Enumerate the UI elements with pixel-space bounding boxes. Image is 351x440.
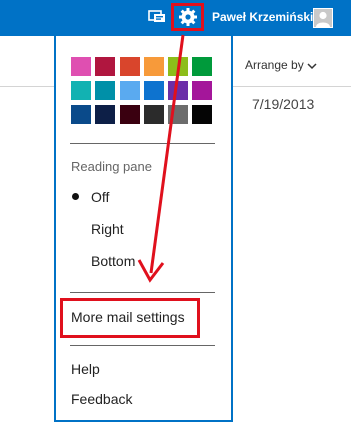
theme-swatch[interactable] bbox=[120, 57, 140, 76]
message-date: 7/19/2013 bbox=[252, 96, 315, 112]
menu-divider bbox=[70, 143, 215, 144]
avatar[interactable] bbox=[313, 8, 333, 28]
help-link[interactable]: Help bbox=[71, 361, 100, 377]
arrange-by-menu[interactable]: Arrange by bbox=[245, 58, 304, 72]
theme-swatch[interactable] bbox=[144, 81, 164, 100]
feedback-link[interactable]: Feedback bbox=[71, 391, 132, 407]
selected-bullet-icon bbox=[72, 193, 79, 200]
theme-swatch[interactable] bbox=[144, 105, 164, 124]
gear-icon bbox=[178, 8, 197, 26]
person-icon bbox=[316, 11, 330, 27]
left-pane-header bbox=[0, 36, 54, 87]
settings-gear-button[interactable] bbox=[171, 3, 204, 31]
reading-pane-off[interactable]: Off bbox=[91, 189, 109, 205]
reading-pane-bottom[interactable]: Bottom bbox=[91, 253, 135, 269]
theme-swatch[interactable] bbox=[95, 57, 115, 76]
theme-swatch[interactable] bbox=[168, 105, 188, 124]
reading-pane-right[interactable]: Right bbox=[91, 221, 124, 237]
theme-swatch[interactable] bbox=[192, 81, 212, 100]
theme-swatch[interactable] bbox=[144, 57, 164, 76]
theme-swatch[interactable] bbox=[192, 57, 212, 76]
theme-swatch[interactable] bbox=[95, 81, 115, 100]
theme-swatch[interactable] bbox=[71, 57, 91, 76]
menu-divider bbox=[70, 345, 215, 346]
theme-swatch[interactable] bbox=[95, 105, 115, 124]
user-name[interactable]: Paweł Krzemiński bbox=[212, 10, 313, 24]
theme-swatch[interactable] bbox=[168, 81, 188, 100]
chat-icon[interactable] bbox=[148, 10, 166, 24]
more-mail-settings-link[interactable]: More mail settings bbox=[71, 309, 185, 325]
theme-swatch[interactable] bbox=[168, 57, 188, 76]
theme-swatch[interactable] bbox=[120, 81, 140, 100]
reading-pane-label: Reading pane bbox=[71, 159, 152, 174]
theme-swatch[interactable] bbox=[192, 105, 212, 124]
theme-swatch[interactable] bbox=[120, 105, 140, 124]
theme-swatch[interactable] bbox=[71, 105, 91, 124]
chevron-down-icon[interactable] bbox=[307, 62, 317, 70]
theme-swatch[interactable] bbox=[71, 81, 91, 100]
menu-divider bbox=[70, 292, 215, 293]
